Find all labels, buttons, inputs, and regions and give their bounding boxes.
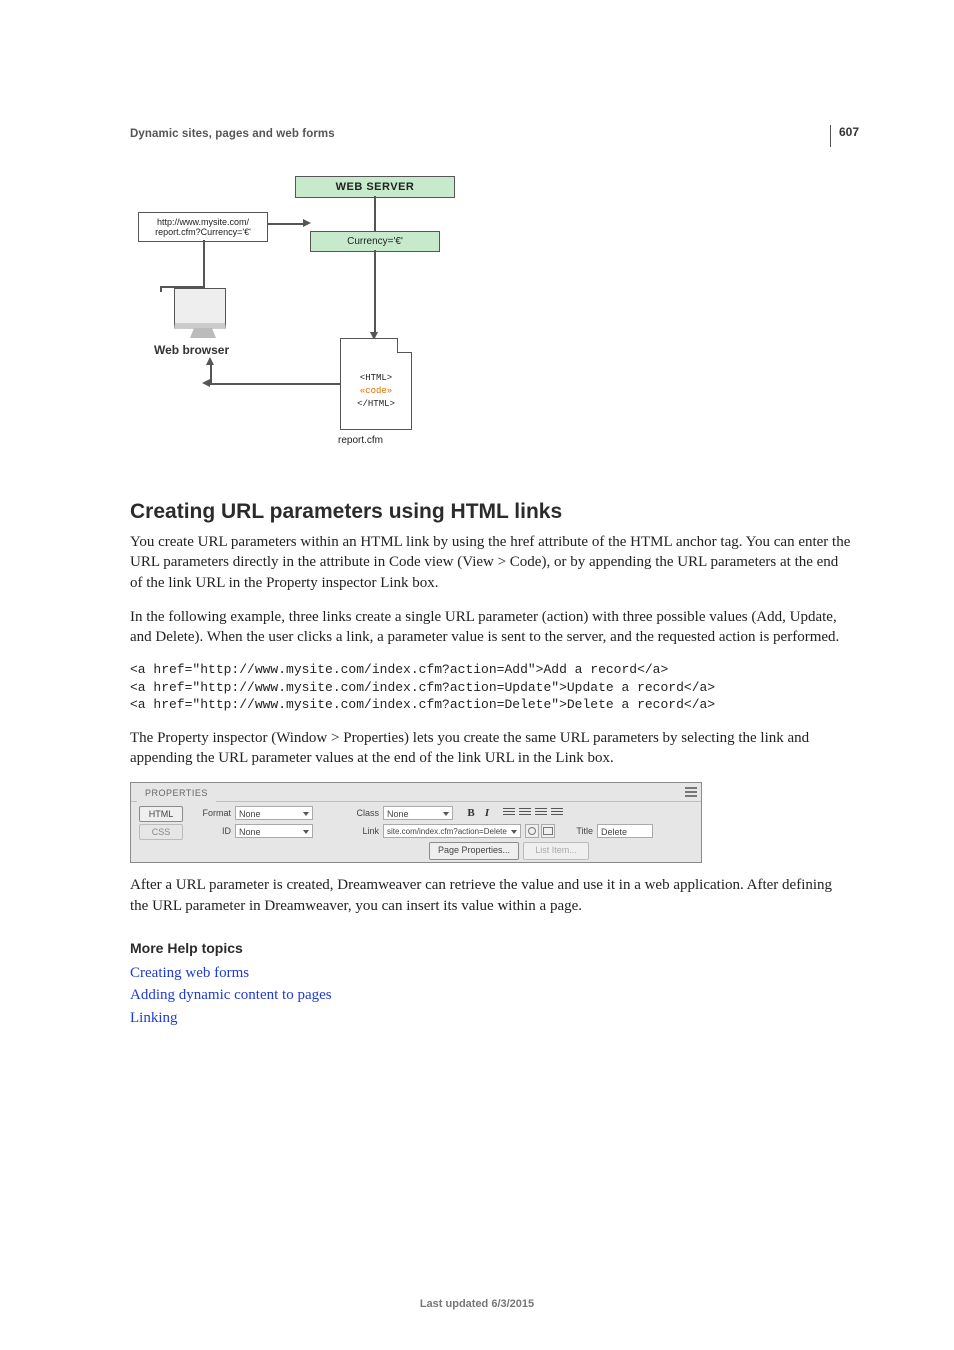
link-label: Link: [349, 826, 379, 836]
css-mode-button[interactable]: CSS: [139, 824, 183, 840]
page-number: 607: [830, 125, 859, 147]
format-dropdown[interactable]: None: [235, 806, 313, 820]
section-heading: Creating URL parameters using HTML links: [130, 500, 854, 524]
page-properties-button[interactable]: Page Properties...: [429, 842, 519, 860]
body-paragraph-3: The Property inspector (Window > Propert…: [130, 728, 854, 769]
diagram-url-box: http://www.mysite.com/ report.cfm?Curren…: [138, 212, 268, 242]
bold-icon[interactable]: B: [465, 807, 477, 819]
class-dropdown[interactable]: None: [383, 806, 453, 820]
title-input[interactable]: Delete: [597, 824, 653, 838]
link-creating-web-forms[interactable]: Creating web forms: [130, 962, 854, 985]
ol-icon[interactable]: [519, 808, 531, 818]
italic-icon[interactable]: I: [481, 807, 493, 819]
panel-menu-icon[interactable]: [685, 787, 697, 797]
class-label: Class: [349, 808, 379, 818]
title-label: Title: [567, 826, 593, 836]
monitor-icon: [174, 288, 226, 329]
body-paragraph-4: After a URL parameter is created, Dreamw…: [130, 875, 854, 916]
outdent-icon[interactable]: [535, 808, 547, 818]
property-inspector-panel: PROPERTIES HTML CSS Format None ID None …: [130, 782, 702, 863]
list-item-button[interactable]: List Item...: [523, 842, 589, 860]
format-label: Format: [191, 808, 231, 818]
diagram-web-browser-label: Web browser: [154, 343, 229, 357]
ul-icon[interactable]: [503, 808, 515, 818]
more-help-heading: More Help topics: [130, 940, 854, 956]
html-mode-button[interactable]: HTML: [139, 806, 183, 822]
monitor-base-icon: [190, 328, 216, 338]
diagram-report-cfm-label: report.cfm: [338, 435, 383, 446]
id-dropdown[interactable]: None: [235, 824, 313, 838]
link-input[interactable]: site.com/index.cfm?action=Delete: [383, 824, 521, 838]
browse-folder-icon[interactable]: [541, 824, 555, 838]
id-label: ID: [191, 826, 231, 836]
code-block: <a href="http://www.mysite.com/index.cfm…: [130, 661, 854, 714]
footer-last-updated: Last updated 6/3/2015: [0, 1298, 954, 1310]
diagram-currency-box: Currency='€': [310, 231, 440, 252]
diagram-web-server: http://www.mysite.com/ report.cfm?Curren…: [130, 168, 460, 478]
link-adding-dynamic-content[interactable]: Adding dynamic content to pages: [130, 984, 854, 1007]
indent-icon[interactable]: [551, 808, 563, 818]
point-to-file-icon[interactable]: [525, 824, 539, 838]
diagram-webserver-box: WEB SERVER: [295, 176, 455, 198]
header-line: Dynamic sites, pages and web forms: [130, 128, 854, 140]
diagram-page-icon: <HTML> «code» </HTML>: [340, 338, 412, 430]
body-paragraph-2: In the following example, three links cr…: [130, 607, 854, 648]
properties-tab[interactable]: PROPERTIES: [137, 785, 216, 802]
body-paragraph-1: You create URL parameters within an HTML…: [130, 532, 854, 593]
link-linking[interactable]: Linking: [130, 1007, 854, 1030]
